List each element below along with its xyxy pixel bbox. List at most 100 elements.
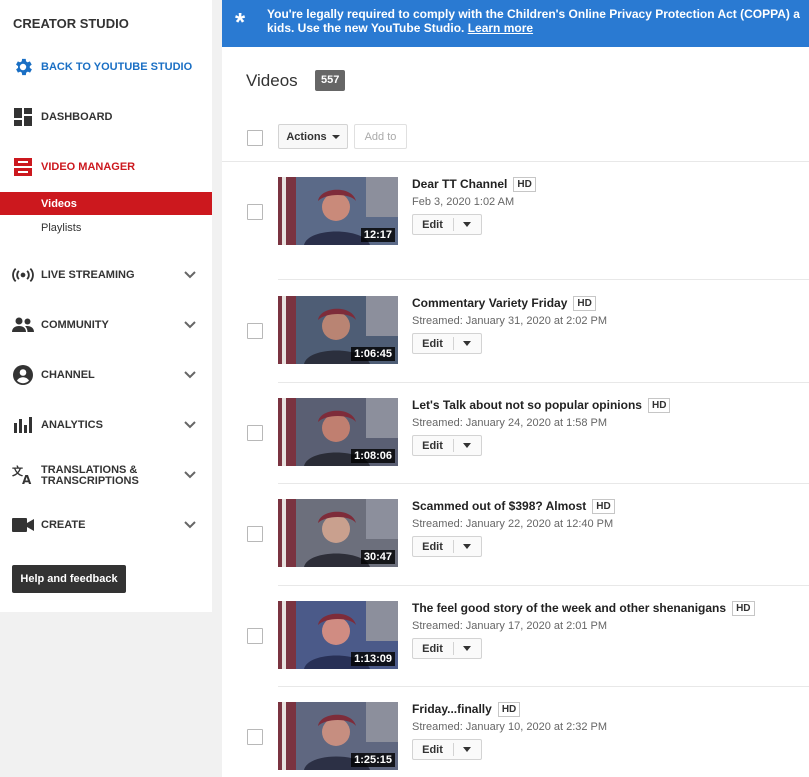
chevron-down-icon [184,271,196,279]
hd-badge: HD [592,499,615,514]
page-title: Videos [246,71,298,90]
video-date: Streamed: January 22, 2020 at 12:40 PM [412,518,614,530]
nav-analytics-label: ANALYTICS [41,418,103,431]
video-duration: 30:47 [360,550,395,564]
help-and-feedback-button[interactable]: Help and feedback [12,565,126,593]
edit-dropdown-button[interactable] [454,436,481,455]
nav-community-label: COMMUNITY [41,318,109,331]
row-checkbox[interactable] [247,323,263,339]
edit-button[interactable]: Edit [413,215,452,234]
actions-button[interactable]: Actions [278,124,348,149]
video-thumbnail[interactable]: 30:47 [278,499,398,567]
video-duration: 1:25:15 [351,753,395,767]
edit-button[interactable]: Edit [413,639,452,658]
actions-label: Actions [286,130,327,143]
video-duration: 12:17 [360,228,395,242]
edit-button[interactable]: Edit [413,740,452,759]
edit-button[interactable]: Edit [413,436,452,455]
row-checkbox[interactable] [247,204,263,220]
sidebar-title: CREATOR STUDIO [13,16,129,31]
video-date: Streamed: January 17, 2020 at 2:01 PM [412,620,608,632]
edit-button[interactable]: Edit [413,334,452,353]
nav-live-streaming[interactable]: LIVE STREAMING [0,257,212,293]
asterisk-icon: * [235,7,246,37]
video-title-text: Dear TT Channel [412,177,508,191]
community-icon [12,314,34,336]
edit-button-group: Edit [412,739,482,760]
nav-channel[interactable]: CHANNEL [0,357,212,393]
chevron-down-icon [184,371,196,379]
edit-button-group: Edit [412,435,482,456]
chevron-down-icon [184,521,196,529]
nav-community[interactable]: COMMUNITY [0,307,212,343]
video-camera-icon [12,514,34,536]
video-duration: 1:08:06 [351,449,395,463]
video-title[interactable]: Commentary Variety Friday HD [412,296,596,311]
chevron-down-icon [184,321,196,329]
edit-dropdown-button[interactable] [454,215,481,234]
video-title[interactable]: Scammed out of $398? Almost HD [412,499,615,514]
translate-icon: 文A [12,464,34,486]
video-title[interactable]: Friday...finally HD [412,702,521,717]
sidebar: CREATOR STUDIO BACK TO YOUTUBE STUDIO DA… [0,0,212,612]
sidebar-item-videos-label: Videos [41,198,77,210]
row-checkbox[interactable] [247,526,263,542]
divider [278,382,809,383]
hd-badge: HD [513,177,536,192]
video-thumbnail[interactable]: 12:17 [278,177,398,245]
video-title-text: Commentary Variety Friday [412,296,568,310]
row-checkbox[interactable] [247,729,263,745]
edit-button-group: Edit [412,638,482,659]
add-to-button[interactable]: Add to [354,124,407,149]
nav-video-manager[interactable]: VIDEO MANAGER [0,149,212,185]
video-date: Streamed: January 24, 2020 at 1:58 PM [412,417,608,429]
video-thumbnail[interactable]: 1:25:15 [278,702,398,770]
nav-translations[interactable]: 文A TRANSLATIONS & TRANSCRIPTIONS [0,457,212,493]
sidebar-item-playlists[interactable]: Playlists [0,216,212,239]
video-title[interactable]: The feel good story of the week and othe… [412,601,755,616]
video-manager-icon [12,156,34,178]
row-checkbox[interactable] [247,628,263,644]
video-title[interactable]: Dear TT Channel HD [412,177,536,192]
select-all-checkbox[interactable] [247,130,263,146]
sidebar-item-videos[interactable]: Videos [0,192,212,215]
nav-translations-label-2: TRANSCRIPTIONS [41,475,139,487]
edit-dropdown-button[interactable] [454,639,481,658]
divider [278,483,809,484]
edit-button-group: Edit [412,536,482,557]
divider [278,686,809,687]
nav-analytics[interactable]: ANALYTICS [0,407,212,443]
nav-create[interactable]: CREATE [0,507,212,543]
video-thumbnail[interactable]: 1:08:06 [278,398,398,466]
divider [278,279,809,280]
video-duration: 1:13:09 [351,652,395,666]
nav-dashboard-label: DASHBOARD [41,110,113,123]
divider [278,585,809,586]
video-thumbnail[interactable]: 1:13:09 [278,601,398,669]
account-circle-icon [12,364,34,386]
row-checkbox[interactable] [247,425,263,441]
nav-dashboard[interactable]: DASHBOARD [0,99,212,135]
video-date: Streamed: January 31, 2020 at 2:02 PM [412,315,608,327]
banner-line-2: kids. Use the new YouTube Studio. Learn … [267,21,809,35]
nav-channel-label: CHANNEL [41,368,95,381]
edit-button-group: Edit [412,333,482,354]
learn-more-link[interactable]: Learn more [468,21,533,35]
dashboard-icon [12,106,34,128]
coppa-banner: * You're legally required to comply with… [222,0,809,47]
video-title-text: Scammed out of $398? Almost [412,499,587,513]
hd-badge: HD [497,702,521,717]
banner-text: You're legally required to comply with t… [267,7,809,35]
edit-dropdown-button[interactable] [454,334,481,353]
analytics-icon [12,414,34,436]
hd-badge: HD [573,296,596,311]
edit-dropdown-button[interactable] [454,740,481,759]
video-thumbnail[interactable]: 1:06:45 [278,296,398,364]
edit-button[interactable]: Edit [413,537,452,556]
edit-dropdown-button[interactable] [454,537,481,556]
video-title[interactable]: Let's Talk about not so popular opinions… [412,398,671,413]
chevron-down-icon [184,421,196,429]
video-count-badge: 557 [315,70,346,91]
nav-back-to-studio[interactable]: BACK TO YOUTUBE STUDIO [0,49,212,85]
gear-icon [12,56,34,78]
